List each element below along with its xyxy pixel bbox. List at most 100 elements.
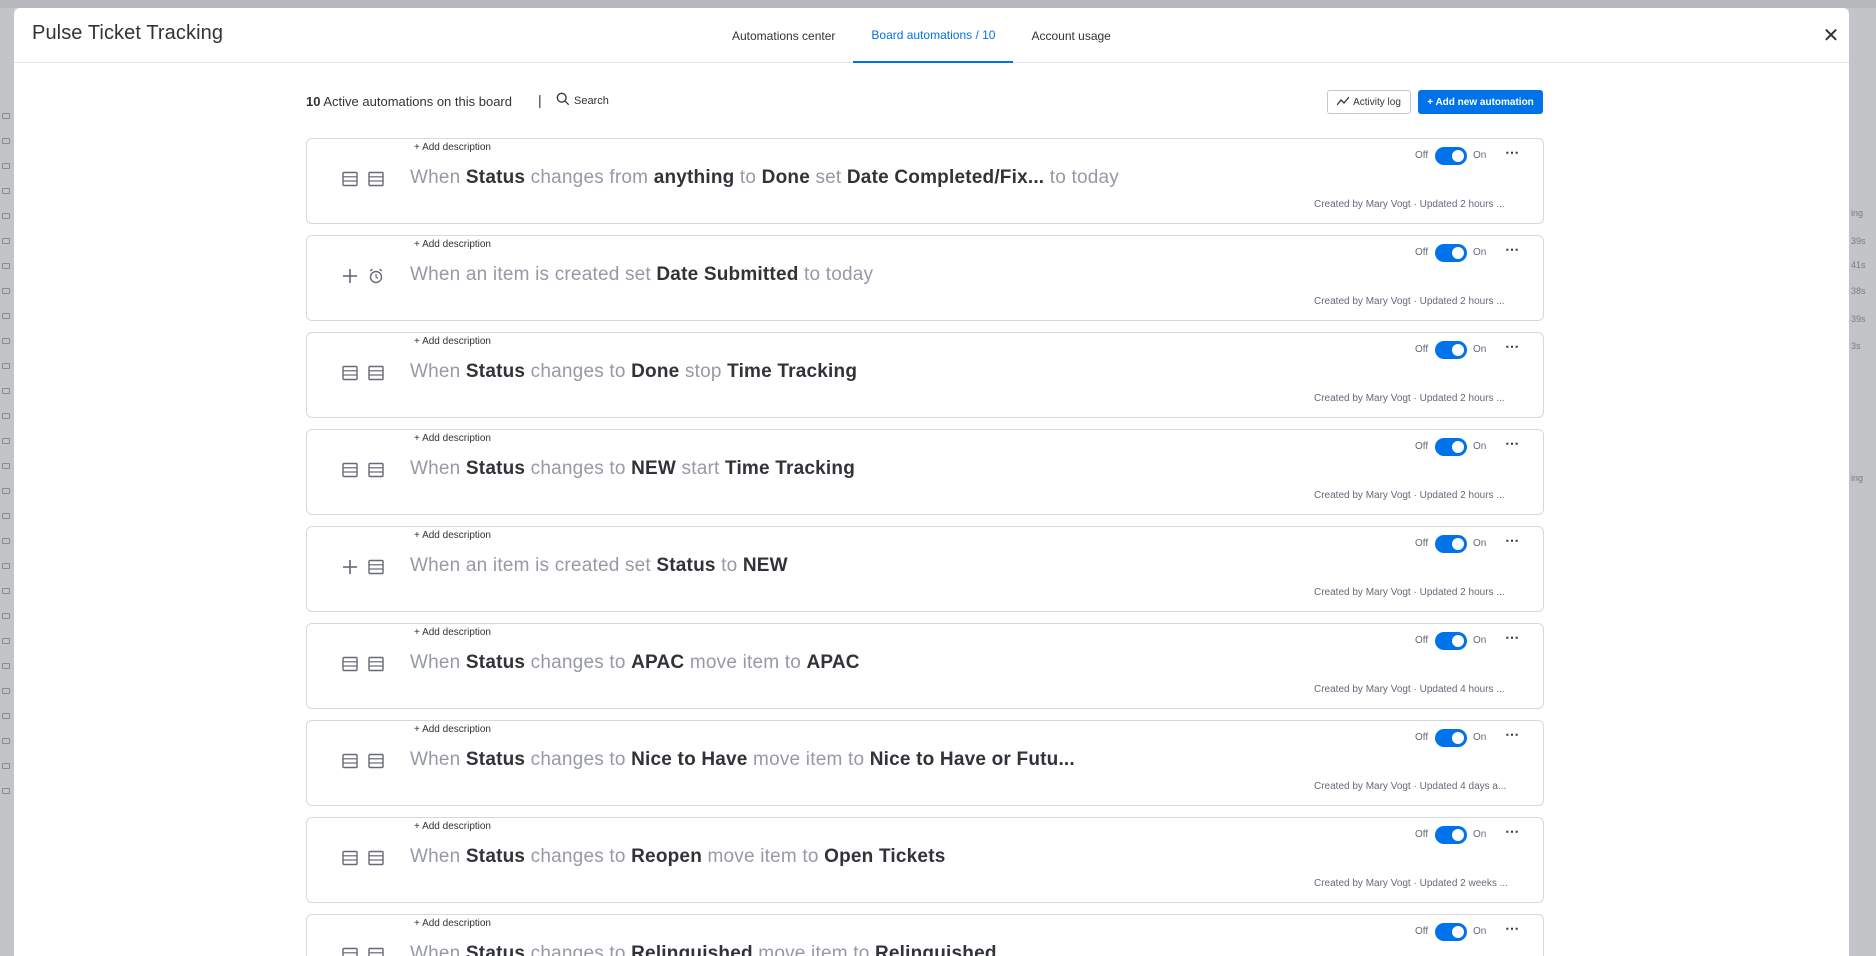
recipe-keyword[interactable]: Date Completed/Fix... <box>847 167 1044 188</box>
automation-toggle[interactable] <box>1435 923 1467 941</box>
automation-meta: Created by Mary Vogt · Updated 2 hours .… <box>1314 199 1505 210</box>
automation-recipe[interactable]: When Status changes to Reopen move item … <box>410 846 946 868</box>
automation-icons <box>341 752 385 770</box>
active-count-text: 10 Active automations on this board <box>306 94 512 109</box>
board-title: Pulse Ticket Tracking <box>32 22 224 44</box>
recipe-keyword[interactable]: Done <box>762 167 810 188</box>
automation-recipe[interactable]: When Status changes to Nice to Have move… <box>410 749 1075 771</box>
recipe-keyword[interactable]: Open Tickets <box>824 846 945 867</box>
more-options-icon[interactable]: ⋯ <box>1505 726 1520 743</box>
background-sidebar-icon <box>2 763 10 769</box>
add-description-link[interactable]: + Add description <box>414 239 491 250</box>
table-icon <box>341 170 359 188</box>
recipe-keyword[interactable]: APAC <box>806 652 859 673</box>
search-button[interactable]: Search <box>556 92 609 109</box>
recipe-keyword[interactable]: Relinquished <box>875 943 997 956</box>
recipe-keyword[interactable]: Time Tracking <box>725 458 855 479</box>
more-options-icon[interactable]: ⋯ <box>1505 144 1520 161</box>
add-description-link[interactable]: + Add description <box>414 336 491 347</box>
table-icon <box>341 752 359 770</box>
recipe-keyword[interactable]: NEW <box>743 555 788 576</box>
recipe-keyword[interactable]: NEW <box>631 458 676 479</box>
more-options-icon[interactable]: ⋯ <box>1505 629 1520 646</box>
automation-recipe[interactable]: When an item is created set Date Submitt… <box>410 264 873 286</box>
add-new-automation-button[interactable]: + Add new automation <box>1418 90 1543 114</box>
recipe-keyword[interactable]: Nice to Have <box>631 749 747 770</box>
recipe-keyword[interactable]: Done <box>631 361 679 382</box>
plus-icon <box>341 267 359 285</box>
recipe-keyword[interactable]: Status <box>466 652 525 673</box>
automation-toggle[interactable] <box>1435 826 1467 844</box>
automation-toggle[interactable] <box>1435 535 1467 553</box>
activity-log-button[interactable]: Activity log <box>1327 90 1411 114</box>
more-options-icon[interactable]: ⋯ <box>1505 532 1520 549</box>
recipe-text: changes to <box>525 846 632 867</box>
automation-card: + Add description When Status changes to… <box>306 914 1544 956</box>
recipe-keyword[interactable]: Time Tracking <box>727 361 857 382</box>
toggle-off-label: Off <box>1415 247 1429 258</box>
automation-recipe[interactable]: When Status changes to Relinquished move… <box>410 943 997 956</box>
recipe-keyword[interactable]: Status <box>466 167 525 188</box>
automation-card: + Add description When Status changes to… <box>306 332 1544 418</box>
activity-log-label: Activity log <box>1353 96 1401 108</box>
background-sidebar-icon <box>2 688 10 694</box>
more-options-icon[interactable]: ⋯ <box>1505 435 1520 452</box>
background-sidebar-icon <box>2 588 10 594</box>
recipe-text: When <box>410 943 466 956</box>
add-description-link[interactable]: + Add description <box>414 724 491 735</box>
recipe-keyword[interactable]: Nice to Have or Futu... <box>870 749 1075 770</box>
table-icon <box>367 170 385 188</box>
automation-toggle[interactable] <box>1435 632 1467 650</box>
automation-meta: Created by Mary Vogt · Updated 2 hours .… <box>1314 587 1505 598</box>
more-options-icon[interactable]: ⋯ <box>1505 338 1520 355</box>
automation-recipe[interactable]: When Status changes to Done stop Time Tr… <box>410 361 857 383</box>
toggle-on-label: On <box>1473 344 1487 355</box>
automation-toggle[interactable] <box>1435 729 1467 747</box>
background-cell-text: 3s <box>1851 341 1861 351</box>
add-description-link[interactable]: + Add description <box>414 142 491 153</box>
more-options-icon[interactable]: ⋯ <box>1505 920 1520 937</box>
recipe-keyword[interactable]: Status <box>466 458 525 479</box>
recipe-keyword[interactable]: Status <box>466 749 525 770</box>
add-description-link[interactable]: + Add description <box>414 433 491 444</box>
recipe-keyword[interactable]: Relinquished <box>631 943 753 956</box>
close-icon[interactable]: ✕ <box>1820 25 1842 47</box>
recipe-keyword[interactable]: Date Submitted <box>656 264 798 285</box>
tab-account-usage[interactable]: Account usage <box>1013 8 1128 63</box>
automation-recipe[interactable]: When Status changes from anything to Don… <box>410 167 1119 189</box>
automation-toggle[interactable] <box>1435 341 1467 359</box>
add-description-link[interactable]: + Add description <box>414 530 491 541</box>
modal-header: Pulse Ticket Tracking Automations center… <box>14 8 1849 63</box>
automation-toggle[interactable] <box>1435 244 1467 262</box>
recipe-keyword[interactable]: Status <box>466 943 525 956</box>
more-options-icon[interactable]: ⋯ <box>1505 241 1520 258</box>
add-description-link[interactable]: + Add description <box>414 918 491 929</box>
recipe-keyword[interactable]: Status <box>466 846 525 867</box>
automation-toggle[interactable] <box>1435 438 1467 456</box>
search-label: Search <box>574 94 609 107</box>
recipe-keyword[interactable]: Reopen <box>631 846 702 867</box>
automation-toggle[interactable] <box>1435 147 1467 165</box>
recipe-keyword[interactable]: Status <box>466 361 525 382</box>
more-options-icon[interactable]: ⋯ <box>1505 823 1520 840</box>
table-icon <box>341 364 359 382</box>
table-icon <box>367 655 385 673</box>
add-description-link[interactable]: + Add description <box>414 627 491 638</box>
automation-icons <box>341 267 385 285</box>
active-count-number: 10 <box>306 94 321 109</box>
table-icon <box>367 946 385 956</box>
automation-recipe[interactable]: When Status changes to NEW start Time Tr… <box>410 458 855 480</box>
recipe-keyword[interactable]: Status <box>656 555 715 576</box>
recipe-keyword[interactable]: APAC <box>631 652 684 673</box>
automation-icons <box>341 364 385 382</box>
add-description-link[interactable]: + Add description <box>414 821 491 832</box>
recipe-keyword[interactable]: anything <box>654 167 735 188</box>
tab-automations-center[interactable]: Automations center <box>714 8 853 63</box>
automation-recipe[interactable]: When an item is created set Status to NE… <box>410 555 788 577</box>
tabs-bar: Automations center Board automations / 1… <box>714 8 1129 63</box>
automation-meta: Created by Mary Vogt · Updated 2 weeks .… <box>1314 878 1508 889</box>
automation-recipe[interactable]: When Status changes to APAC move item to… <box>410 652 860 674</box>
tab-board-automations[interactable]: Board automations / 10 <box>853 8 1014 63</box>
background-cell-text: ing <box>1851 208 1864 218</box>
background-right-column: ing 39s 41s 38s 39s 3s ing <box>1849 8 1876 956</box>
